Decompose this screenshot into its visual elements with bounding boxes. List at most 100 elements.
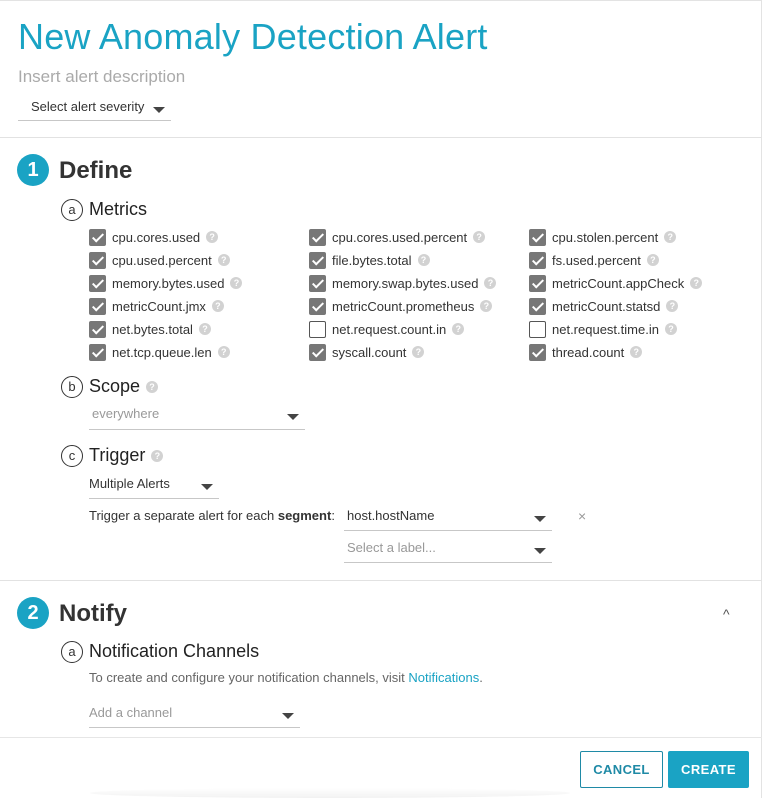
alert-description-input[interactable]: Insert alert description	[18, 67, 185, 87]
metric-checkbox-item[interactable]: thread.count?	[529, 342, 643, 362]
help-icon[interactable]: ?	[452, 323, 465, 335]
metric-checkbox-item[interactable]: net.tcp.queue.len?	[89, 342, 230, 362]
footer-divider	[0, 737, 762, 738]
metric-label: thread.count	[552, 344, 625, 360]
metric-checkbox-item[interactable]: cpu.cores.used.percent?	[309, 227, 486, 247]
checkbox-unchecked-icon[interactable]	[529, 320, 546, 338]
trigger-title-text: Trigger	[89, 445, 146, 465]
metric-label: cpu.used.percent	[112, 252, 212, 268]
metric-label: fs.used.percent	[552, 252, 641, 268]
metric-label: net.tcp.queue.len	[112, 344, 212, 360]
notifications-link[interactable]: Notifications	[408, 670, 479, 685]
metric-checkbox-item[interactable]: metricCount.jmx?	[89, 296, 224, 316]
chevron-down-icon	[534, 516, 546, 522]
help-icon[interactable]: ?	[630, 346, 643, 358]
metric-label: metricCount.prometheus	[332, 298, 475, 314]
metric-label: memory.bytes.used	[112, 275, 225, 291]
metric-label: cpu.cores.used	[112, 229, 201, 245]
severity-select[interactable]: Select alert severity	[18, 99, 171, 121]
metric-label: net.request.time.in	[552, 321, 659, 337]
metric-checkbox-item[interactable]: cpu.cores.used?	[89, 227, 219, 247]
help-icon[interactable]: ?	[664, 323, 677, 335]
trigger-mode-value: Multiple Alerts	[89, 476, 170, 491]
checkbox-checked-icon[interactable]	[309, 274, 326, 292]
create-button[interactable]: CREATE	[668, 751, 749, 788]
label-select[interactable]: Select a label...	[344, 540, 552, 563]
metric-checkbox-item[interactable]: net.request.count.in?	[309, 319, 465, 339]
label-select-value: Select a label...	[347, 540, 436, 555]
checkbox-checked-icon[interactable]	[89, 320, 106, 338]
help-icon[interactable]: ?	[206, 231, 219, 243]
checkbox-checked-icon[interactable]	[309, 297, 326, 315]
metric-label: cpu.cores.used.percent	[332, 229, 468, 245]
help-icon[interactable]: ?	[646, 254, 659, 266]
checkbox-checked-icon[interactable]	[529, 297, 546, 315]
help-icon[interactable]: ?	[664, 231, 677, 243]
help-icon[interactable]: ?	[690, 277, 703, 289]
help-icon[interactable]: ?	[417, 254, 430, 266]
channel-select-value: Add a channel	[89, 705, 173, 720]
help-icon[interactable]: ?	[198, 323, 211, 335]
checkbox-unchecked-icon[interactable]	[309, 320, 326, 338]
help-icon[interactable]: ?	[480, 300, 493, 312]
substep-badge: b	[61, 376, 83, 398]
chevron-down-icon	[282, 713, 294, 719]
cancel-button[interactable]: CANCEL	[580, 751, 663, 788]
note-prefix: To create and configure your notificatio…	[89, 670, 409, 685]
metric-label: metricCount.jmx	[112, 298, 206, 314]
trigger-mode-select[interactable]: Multiple Alerts	[89, 476, 219, 499]
checkbox-checked-icon[interactable]	[89, 251, 106, 269]
help-icon[interactable]: ?	[151, 450, 164, 463]
metric-checkbox-item[interactable]: metricCount.appCheck?	[529, 273, 703, 293]
scope-select[interactable]: everywhere	[89, 406, 305, 430]
scope-select-value: everywhere	[92, 406, 160, 421]
segment-select[interactable]: host.hostName	[344, 508, 552, 531]
metric-checkbox-item[interactable]: cpu.stolen.percent?	[529, 227, 677, 247]
chevron-down-icon	[287, 414, 299, 420]
metric-checkbox-item[interactable]: net.bytes.total?	[89, 319, 211, 339]
chevron-down-icon	[534, 548, 546, 554]
metric-label: syscall.count	[332, 344, 407, 360]
help-icon[interactable]: ?	[412, 346, 425, 358]
checkbox-checked-icon[interactable]	[89, 343, 106, 361]
checkbox-checked-icon[interactable]	[89, 297, 106, 315]
metric-checkbox-item[interactable]: fs.used.percent?	[529, 250, 659, 270]
checkbox-checked-icon[interactable]	[529, 274, 546, 292]
help-icon[interactable]: ?	[230, 277, 243, 289]
metric-checkbox-item[interactable]: memory.swap.bytes.used?	[309, 273, 497, 293]
help-icon[interactable]: ?	[217, 346, 230, 358]
checkbox-checked-icon[interactable]	[309, 343, 326, 361]
note-suffix: .	[479, 670, 483, 685]
help-icon[interactable]: ?	[484, 277, 497, 289]
segment-select-value: host.hostName	[347, 508, 435, 523]
remove-segment-icon[interactable]: ×	[578, 508, 586, 524]
metric-label: net.bytes.total	[112, 321, 193, 337]
help-icon[interactable]: ?	[666, 300, 679, 312]
metric-checkbox-item[interactable]: net.request.time.in?	[529, 319, 677, 339]
help-icon[interactable]: ?	[211, 300, 224, 312]
checkbox-checked-icon[interactable]	[529, 228, 546, 246]
help-icon[interactable]: ?	[146, 381, 159, 394]
substep-badge: a	[61, 199, 83, 221]
metric-checkbox-item[interactable]: cpu.used.percent?	[89, 250, 230, 270]
checkbox-checked-icon[interactable]	[529, 251, 546, 269]
checkbox-checked-icon[interactable]	[309, 251, 326, 269]
metric-label: memory.swap.bytes.used	[332, 275, 479, 291]
help-icon[interactable]: ?	[217, 254, 230, 266]
metric-checkbox-item[interactable]: file.bytes.total?	[309, 250, 430, 270]
substep-badge: c	[61, 445, 83, 467]
channel-select[interactable]: Add a channel	[89, 705, 300, 728]
notification-channels-title: Notification Channels	[89, 641, 260, 661]
trigger-title: Trigger?	[89, 445, 164, 466]
help-icon[interactable]: ?	[473, 231, 486, 243]
checkbox-checked-icon[interactable]	[89, 228, 106, 246]
metric-checkbox-item[interactable]: memory.bytes.used?	[89, 273, 243, 293]
collapse-chevron-icon[interactable]: ^	[723, 606, 730, 622]
checkbox-checked-icon[interactable]	[309, 228, 326, 246]
checkbox-checked-icon[interactable]	[529, 343, 546, 361]
metric-checkbox-item[interactable]: metricCount.prometheus?	[309, 296, 493, 316]
metric-checkbox-item[interactable]: metricCount.statsd?	[529, 296, 679, 316]
checkbox-checked-icon[interactable]	[89, 274, 106, 292]
step-number-badge: 2	[17, 597, 49, 629]
metric-checkbox-item[interactable]: syscall.count?	[309, 342, 425, 362]
